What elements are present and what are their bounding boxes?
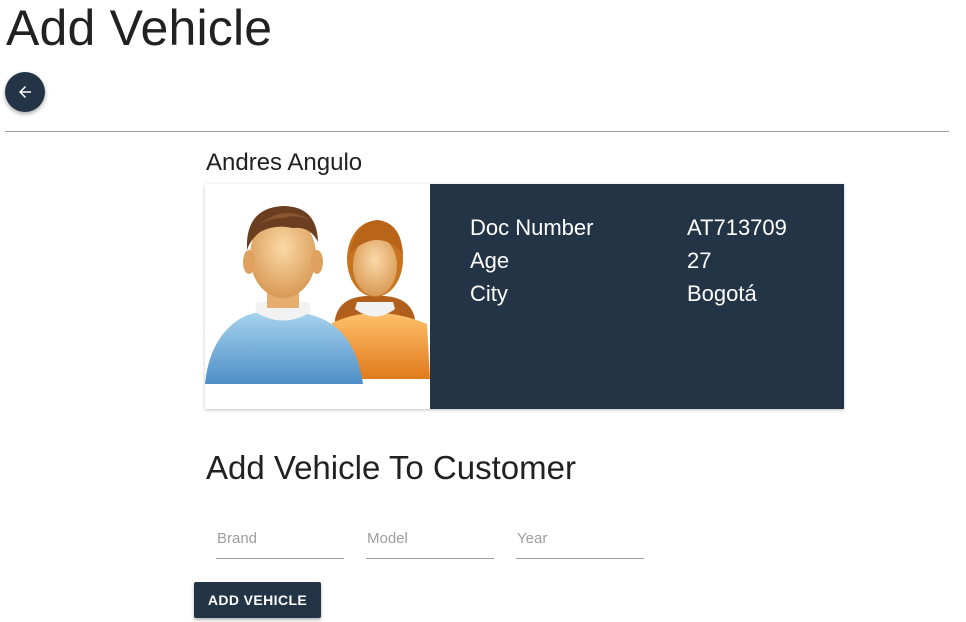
detail-row-age: Age 27 <box>470 244 844 277</box>
year-input[interactable] <box>516 523 644 553</box>
header-divider <box>5 131 949 132</box>
detail-value: AT713709 <box>687 215 787 240</box>
users-icon <box>205 206 430 384</box>
brand-input[interactable] <box>216 523 344 553</box>
detail-value: 27 <box>687 248 712 273</box>
detail-label: City <box>470 281 508 306</box>
customer-details: Doc Number AT713709 Age 27 City Bogotá <box>430 184 844 409</box>
detail-row-city: City Bogotá <box>470 277 844 310</box>
brand-field <box>216 522 344 559</box>
back-button[interactable] <box>5 72 45 112</box>
add-vehicle-button[interactable]: ADD VEHICLE <box>194 582 321 618</box>
form-title: Add Vehicle To Customer <box>206 449 576 486</box>
detail-value: Bogotá <box>687 281 757 306</box>
detail-label: Doc Number <box>470 215 594 240</box>
arrow-left-icon <box>19 86 31 98</box>
model-input[interactable] <box>366 523 494 553</box>
model-field <box>366 522 494 559</box>
customer-name: Andres Angulo <box>206 149 363 176</box>
detail-row-doc-number: Doc Number AT713709 <box>470 211 844 244</box>
page-title: Add Vehicle <box>6 0 273 56</box>
customer-avatar <box>205 184 430 409</box>
year-field <box>516 522 644 559</box>
customer-card: Doc Number AT713709 Age 27 City Bogotá <box>205 184 844 409</box>
detail-label: Age <box>470 248 510 273</box>
